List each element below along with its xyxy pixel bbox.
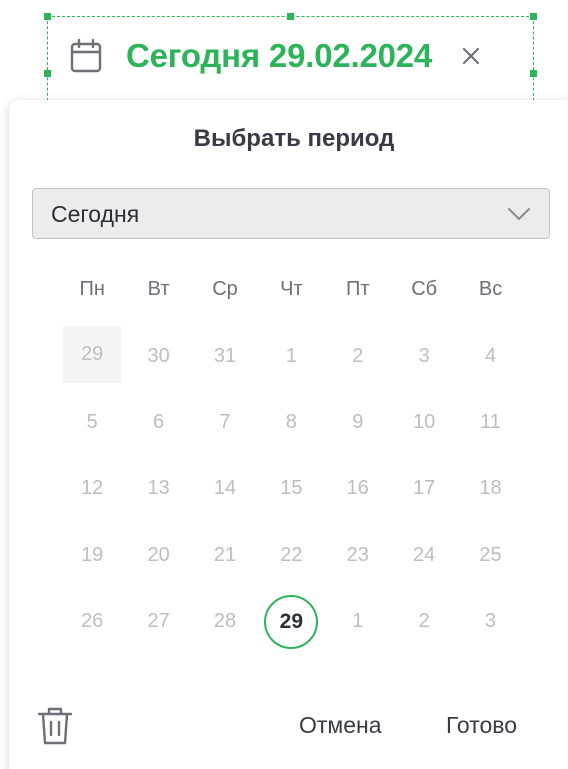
calendar-icon bbox=[70, 39, 104, 73]
calendar-day[interactable]: 25 bbox=[457, 522, 523, 588]
weekday-label: Чт bbox=[280, 278, 303, 300]
date-chip[interactable]: Сегодня 29.02.2024 bbox=[70, 30, 484, 82]
weekday-label: Пт bbox=[345, 278, 370, 300]
calendar-day[interactable]: 9 bbox=[325, 389, 391, 455]
calendar-day[interactable]: 2 bbox=[325, 323, 391, 389]
calendar-days-grid: 29 30 31 1 2 3 4 5 6 7 8 9 10 11 12 13 1… bbox=[59, 323, 525, 655]
period-select[interactable]: Сегодня bbox=[32, 188, 550, 239]
calendar-day[interactable]: 15 bbox=[258, 456, 324, 522]
calendar-day[interactable]: 16 bbox=[325, 456, 391, 522]
calendar-day[interactable]: 3 bbox=[391, 323, 457, 389]
calendar-day[interactable]: 22 bbox=[258, 522, 324, 588]
calendar-day[interactable]: 3 bbox=[457, 589, 523, 655]
calendar-day[interactable]: 2 bbox=[391, 589, 457, 655]
calendar-day[interactable]: 31 bbox=[192, 323, 258, 389]
period-select-value: Сегодня bbox=[51, 201, 140, 227]
weekday-label: Вс bbox=[478, 278, 503, 300]
done-button[interactable]: Готово bbox=[446, 712, 517, 739]
weekday-label: Сб bbox=[411, 278, 438, 300]
calendar-day[interactable]: 29 bbox=[63, 326, 122, 384]
calendar-day[interactable]: 27 bbox=[125, 589, 191, 655]
panel-title: Выбрать период bbox=[193, 125, 395, 152]
calendar-day[interactable]: 26 bbox=[59, 589, 125, 655]
calendar-day[interactable]: 24 bbox=[391, 522, 457, 588]
calendar-day[interactable]: 14 bbox=[192, 456, 258, 522]
resize-handle-top-right[interactable] bbox=[530, 13, 537, 20]
calendar-day[interactable]: 8 bbox=[258, 389, 324, 455]
calendar-day[interactable]: 6 bbox=[125, 389, 191, 455]
calendar-day[interactable]: 7 bbox=[192, 389, 258, 455]
selected-day-label: 29 bbox=[264, 594, 319, 649]
weekday-header: Пн Вт Ср Чт Пт Сб Вс bbox=[59, 278, 525, 301]
weekday-label: Ср bbox=[212, 278, 238, 300]
calendar-day-selected[interactable]: 29 bbox=[258, 589, 324, 655]
resize-handle-top-center[interactable] bbox=[287, 13, 294, 20]
calendar-day[interactable]: 11 bbox=[457, 389, 523, 455]
calendar-day[interactable]: 19 bbox=[59, 522, 125, 588]
resize-handle-top-left[interactable] bbox=[44, 13, 51, 20]
calendar-day[interactable]: 30 bbox=[125, 323, 191, 389]
calendar-day[interactable]: 23 bbox=[325, 522, 391, 588]
cancel-button[interactable]: Отмена bbox=[299, 712, 382, 739]
calendar-day[interactable]: 18 bbox=[457, 456, 523, 522]
calendar-day[interactable]: 1 bbox=[325, 589, 391, 655]
resize-handle-middle-right[interactable] bbox=[530, 70, 537, 77]
calendar-day[interactable]: 21 bbox=[192, 522, 258, 588]
weekday-label: Пн bbox=[79, 278, 105, 300]
weekday-label: Вт bbox=[147, 278, 170, 300]
calendar-day[interactable]: 12 bbox=[59, 456, 125, 522]
calendar-day[interactable]: 10 bbox=[391, 389, 457, 455]
calendar-day[interactable]: 28 bbox=[192, 589, 258, 655]
chevron-down-icon bbox=[507, 206, 531, 222]
calendar-day[interactable]: 1 bbox=[258, 323, 324, 389]
calendar-day[interactable]: 13 bbox=[125, 456, 191, 522]
calendar-day[interactable]: 5 bbox=[59, 389, 125, 455]
resize-handle-middle-left[interactable] bbox=[44, 70, 51, 77]
calendar-day[interactable]: 20 bbox=[125, 522, 191, 588]
calendar-day[interactable]: 4 bbox=[457, 323, 523, 389]
date-filter-widget: Сегодня 29.02.2024 Выбрать период Сегодн… bbox=[0, 0, 568, 769]
calendar-day[interactable]: 17 bbox=[391, 456, 457, 522]
period-picker-panel: Выбрать период Сегодня Пн Вт Ср Чт Пт Сб… bbox=[9, 100, 568, 769]
date-chip-label: Сегодня 29.02.2024 bbox=[126, 37, 433, 74]
close-icon[interactable] bbox=[458, 43, 484, 69]
trash-icon[interactable] bbox=[37, 705, 73, 747]
